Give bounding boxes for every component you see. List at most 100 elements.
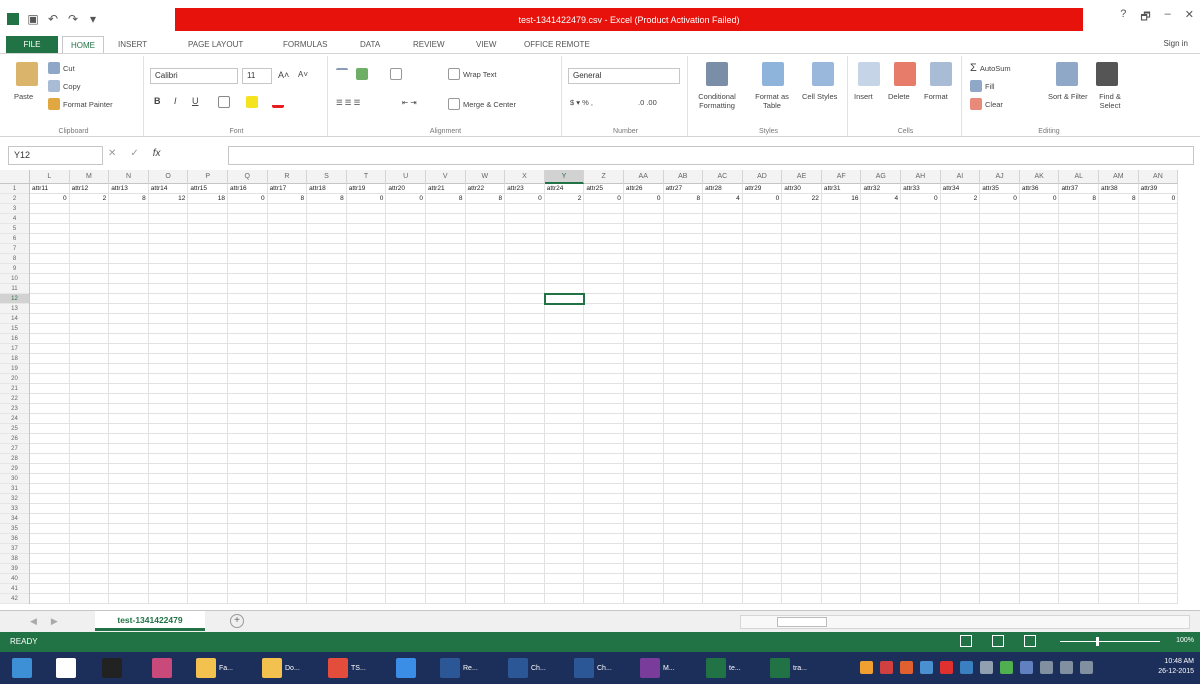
orientation-icon[interactable] [390,68,402,80]
cell[interactable] [1138,584,1179,594]
cell[interactable] [861,524,902,534]
cell[interactable] [227,334,268,344]
cell[interactable] [346,524,387,534]
cell[interactable] [623,234,664,244]
cell[interactable] [1059,544,1100,554]
cell[interactable] [544,414,585,424]
cell[interactable] [1019,464,1060,474]
cell[interactable] [544,214,585,224]
cell[interactable] [940,354,981,364]
cell[interactable] [69,324,110,334]
cell[interactable] [940,374,981,384]
cell[interactable] [465,394,506,404]
cell[interactable] [544,524,585,534]
cell[interactable] [861,224,902,234]
cell[interactable] [980,414,1020,424]
cell[interactable]: 8 [465,194,506,204]
cell[interactable] [742,294,783,304]
cell[interactable] [1138,424,1179,434]
cell[interactable] [1019,434,1060,444]
cell[interactable] [623,524,664,534]
cell[interactable] [821,294,862,304]
cell[interactable] [425,444,466,454]
cell[interactable] [109,464,149,474]
cell[interactable]: 22 [782,194,822,204]
cell[interactable] [544,204,585,214]
cell[interactable] [307,394,347,404]
cell[interactable] [386,594,426,604]
column-header[interactable]: AC [703,170,743,184]
cell[interactable] [465,504,506,514]
cell[interactable] [623,584,664,594]
cell[interactable] [742,274,783,284]
cell[interactable] [267,214,308,224]
cell[interactable]: 4 [861,194,902,204]
cell[interactable] [227,354,268,364]
cell[interactable] [227,594,268,604]
cell[interactable] [1138,594,1179,604]
cell[interactable] [861,344,902,354]
cell[interactable] [386,224,426,234]
tray-icon[interactable] [940,661,953,674]
cell[interactable] [1059,494,1100,504]
cell[interactable] [663,294,704,304]
cell[interactable] [861,334,902,344]
cell[interactable] [465,334,506,344]
cell[interactable] [623,254,664,264]
cell[interactable] [1138,514,1179,524]
cell[interactable] [1019,484,1060,494]
cell[interactable] [980,484,1020,494]
tray-icon[interactable] [1020,661,1033,674]
cell[interactable] [30,384,70,394]
cell[interactable] [505,384,545,394]
cell[interactable] [109,274,149,284]
cell[interactable] [940,224,981,234]
row-header[interactable]: 34 [0,514,29,524]
cell[interactable] [307,544,347,554]
cell[interactable] [623,484,664,494]
cell[interactable] [386,524,426,534]
cell[interactable] [386,244,426,254]
tab-home[interactable]: HOME [62,36,104,53]
cell[interactable]: attr14 [148,184,189,194]
cell[interactable] [69,234,110,244]
cell[interactable] [69,334,110,344]
row-header[interactable]: 30 [0,474,29,484]
cell[interactable] [703,384,743,394]
cell[interactable] [623,574,664,584]
column-header[interactable]: Y [544,170,585,184]
cell[interactable] [109,294,149,304]
cell[interactable] [623,554,664,564]
cell[interactable] [1059,574,1100,584]
cell[interactable] [267,504,308,514]
cell[interactable] [940,254,981,264]
cell[interactable] [307,384,347,394]
cell[interactable] [188,594,228,604]
column-header[interactable]: AA [624,170,664,184]
cell[interactable] [584,514,624,524]
cell[interactable] [109,404,149,414]
cell[interactable] [703,474,743,484]
cell[interactable] [1099,314,1139,324]
cell[interactable] [505,234,545,244]
cell[interactable] [109,224,149,234]
column-header[interactable]: AF [822,170,862,184]
cell[interactable] [346,224,387,234]
cell[interactable] [267,594,308,604]
cell[interactable] [663,444,704,454]
cell[interactable] [821,464,862,474]
cell[interactable] [861,484,902,494]
cell[interactable] [425,534,466,544]
cell[interactable] [307,594,347,604]
column-header[interactable]: AG [861,170,902,184]
cell[interactable] [821,324,862,334]
cell[interactable] [980,314,1020,324]
cell[interactable] [346,274,387,284]
cell[interactable] [544,574,585,584]
cell[interactable] [782,344,822,354]
column-header[interactable]: T [347,170,387,184]
cell[interactable] [465,404,506,414]
cell[interactable] [703,204,743,214]
cell[interactable] [425,264,466,274]
cell[interactable] [821,204,862,214]
